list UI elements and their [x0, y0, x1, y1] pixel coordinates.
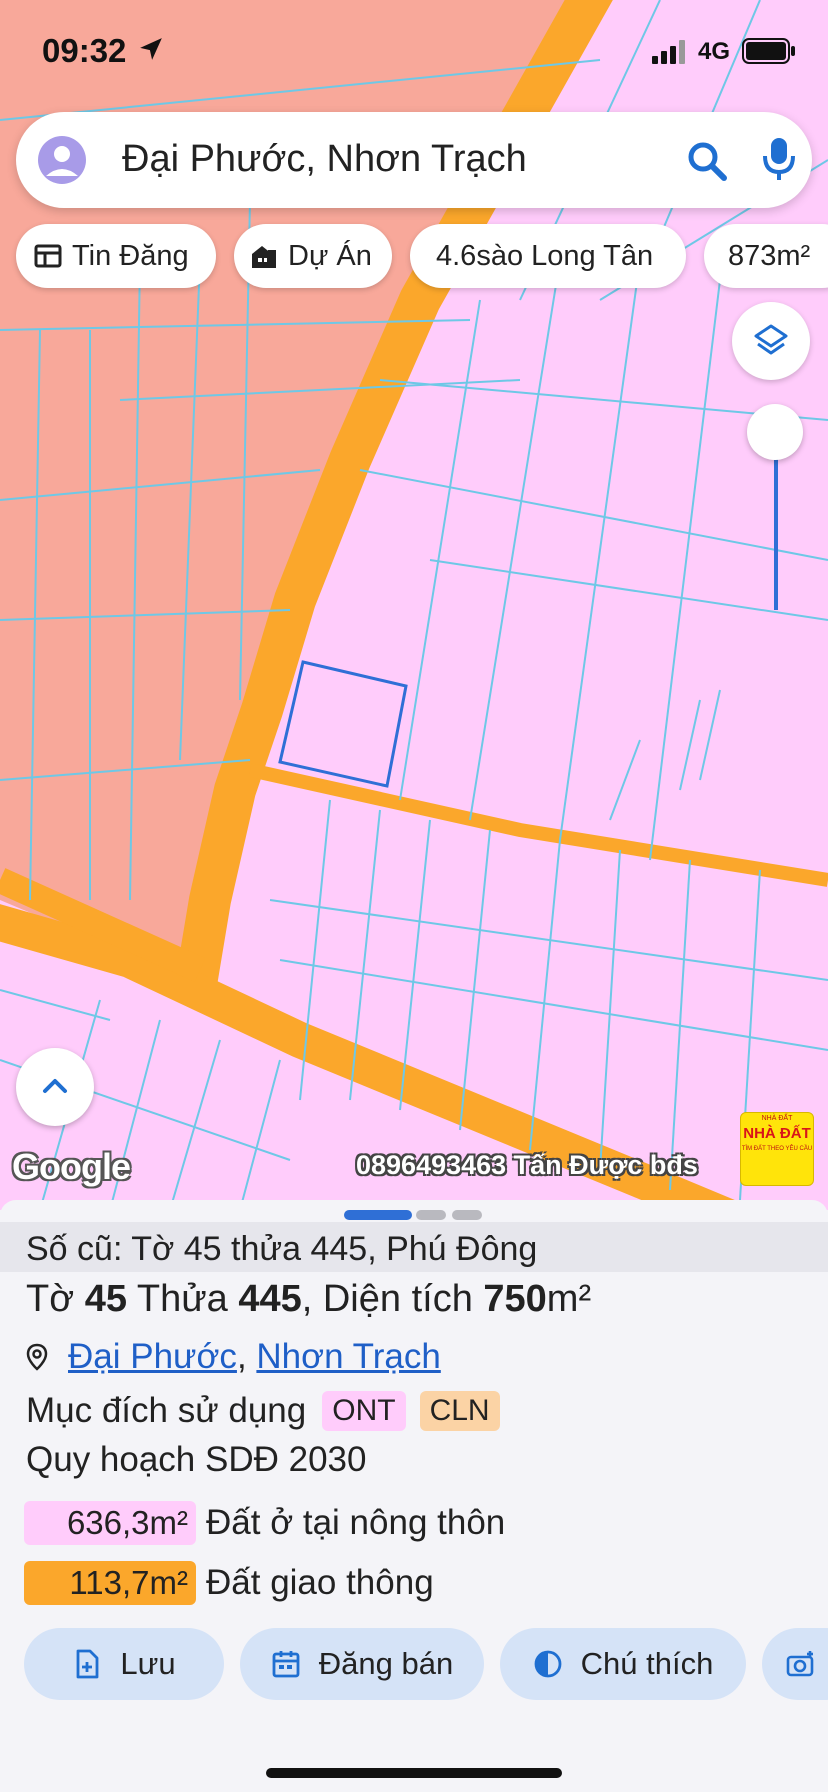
planning-label: Quy hoạch SDĐ 2030: [26, 1440, 367, 1479]
battery-icon: [742, 38, 795, 64]
parcel-info-sheet[interactable]: Số cũ: Tờ 45 thửa 445, Phú Đông Tờ 45 Th…: [0, 1200, 828, 1792]
parcel-title: Tờ 45 Thửa 445, Diện tích 750m²: [26, 1278, 591, 1321]
land-use-row: Mục đích sử dụng ONT CLN: [26, 1388, 500, 1434]
location-link-ward[interactable]: Đại Phước: [68, 1337, 237, 1377]
ad-logo-top: NHÀ ĐẤT: [761, 1115, 793, 1122]
search-input[interactable]: Đại Phước, Nhơn Trạch: [122, 138, 527, 181]
plan-area-value: 636,3m²: [24, 1501, 196, 1545]
contrast-icon: [534, 1650, 562, 1678]
land-use-label: Mục đích sử dụng: [26, 1391, 307, 1430]
plan-area-label: Đất giao thông: [206, 1563, 434, 1602]
status-bar: 09:32 4G: [0, 28, 828, 72]
legend-button[interactable]: Chú thích: [500, 1628, 746, 1700]
ad-logo-subtitle: TÌM ĐẤT THEO YÊU CẦU: [741, 1146, 813, 1152]
chevron-up-icon: [43, 1079, 67, 1093]
zoom-slider-knob[interactable]: [747, 404, 803, 460]
network-type: 4G: [698, 38, 731, 65]
location-pin-icon: [26, 1343, 48, 1371]
legend-button-label: Chú thích: [580, 1646, 714, 1681]
zoom-slider-track[interactable]: [774, 440, 778, 610]
chip-label: 4.6sào Long Tân: [436, 239, 654, 272]
sheet-handle[interactable]: [452, 1210, 482, 1220]
camera-icon: [786, 1651, 814, 1677]
plan-area-row: 113,7m² Đất giao thông: [24, 1560, 434, 1606]
chip-tin-dang[interactable]: Tin Đăng: [16, 224, 216, 288]
chip-label: Tin Đăng: [72, 239, 189, 272]
title-prefix: Tờ: [26, 1278, 85, 1320]
parcel-area: 750: [483, 1278, 547, 1320]
save-button-label: Lưu: [120, 1646, 176, 1681]
location-link-district[interactable]: Nhơn Trạch: [256, 1337, 440, 1377]
post-sale-button-label: Đăng bán: [318, 1646, 454, 1681]
plan-area-row: 636,3m² Đất ở tại nông thôn: [24, 1500, 505, 1546]
plan-area-value: 113,7m²: [24, 1561, 196, 1605]
status-time: 09:32: [42, 32, 127, 69]
title-mid: Thửa: [126, 1278, 239, 1320]
listing-icon: [34, 244, 62, 268]
sheet-handle-active[interactable]: [344, 1210, 412, 1220]
parcel-number: 445: [238, 1278, 302, 1320]
layers-button[interactable]: [732, 302, 810, 380]
search-bar[interactable]: Đại Phước, Nhơn Trạch: [16, 112, 812, 208]
building-icon: [252, 246, 276, 268]
land-use-tag-cln: CLN: [419, 1391, 500, 1431]
chip-recent-search[interactable]: 4.6sào Long Tân: [410, 224, 686, 288]
home-indicator[interactable]: [266, 1768, 562, 1778]
location-arrow-icon: [140, 38, 162, 60]
calendar-icon: [272, 1651, 300, 1678]
plan-area-label: Đất ở tại nông thôn: [206, 1503, 506, 1542]
post-sale-button[interactable]: Đăng bán: [240, 1628, 484, 1700]
chip-recent-area[interactable]: 873m²: [704, 224, 828, 288]
search-icon[interactable]: [684, 138, 730, 184]
ad-logo-title: NHÀ ĐẤT: [743, 1125, 811, 1142]
chip-label: 873m²: [728, 239, 811, 272]
map-watermark: 0896493463 Tấn Được bđs: [356, 1150, 698, 1180]
sheet-handle[interactable]: [416, 1210, 446, 1220]
area-unit: m²: [546, 1278, 592, 1320]
chip-label: Dự Án: [288, 239, 372, 272]
location-row: Đại Phước, Nhơn Trạch: [26, 1336, 441, 1378]
chip-du-an[interactable]: Dự Án: [234, 224, 392, 288]
avatar[interactable]: [38, 136, 86, 184]
microphone-icon[interactable]: [756, 134, 802, 184]
camera-button[interactable]: [762, 1628, 828, 1700]
old-parcel-id: Số cũ: Tờ 45 thửa 445, Phú Đông: [26, 1230, 538, 1268]
expand-up-button[interactable]: [16, 1048, 94, 1126]
layers-icon: [754, 324, 788, 355]
sheet-number: 45: [84, 1278, 127, 1320]
location-separator: ,: [236, 1337, 257, 1376]
signal-icon: [652, 40, 685, 64]
save-button[interactable]: Lưu: [24, 1628, 224, 1700]
ad-logo[interactable]: NHÀ ĐẤT NHÀ ĐẤT TÌM ĐẤT THEO YÊU CẦU: [740, 1112, 814, 1186]
title-area-label: , Diện tích: [301, 1278, 484, 1320]
land-use-tag-ont: ONT: [322, 1391, 406, 1431]
save-icon: [76, 1649, 99, 1679]
google-attribution: Google: [12, 1146, 131, 1187]
